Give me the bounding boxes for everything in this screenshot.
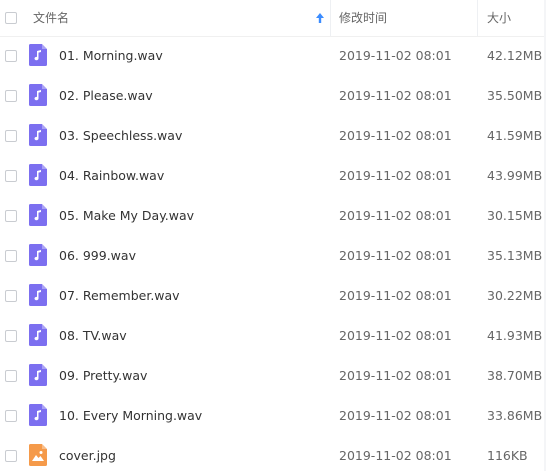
file-modified-time: 2019-11-02 08:01 xyxy=(339,208,452,223)
file-name[interactable]: 03. Speechless.wav xyxy=(59,116,182,156)
file-name[interactable]: 01. Morning.wav xyxy=(59,36,163,76)
file-size: 42.12MB xyxy=(487,48,543,63)
table-header: 文件名 修改时间 大小 xyxy=(0,0,546,37)
row-checkbox[interactable] xyxy=(5,250,17,262)
file-name[interactable]: 04. Rainbow.wav xyxy=(59,156,164,196)
file-name[interactable]: 08. TV.wav xyxy=(59,316,127,356)
row-checkbox[interactable] xyxy=(5,130,17,142)
file-row[interactable]: 03. Speechless.wav 2019-11-02 08:01 41.5… xyxy=(0,116,546,156)
file-modified-time: 2019-11-02 08:01 xyxy=(339,408,452,423)
file-name[interactable]: 06. 999.wav xyxy=(59,236,136,276)
row-checkbox[interactable] xyxy=(5,330,17,342)
file-modified-time: 2019-11-02 08:01 xyxy=(339,248,452,263)
file-list: 01. Morning.wav 2019-11-02 08:01 42.12MB… xyxy=(0,36,546,476)
column-divider[interactable] xyxy=(330,0,331,36)
audio-file-icon xyxy=(29,284,47,306)
audio-file-icon xyxy=(29,204,47,226)
file-name[interactable]: 05. Make My Day.wav xyxy=(59,196,194,236)
audio-file-icon xyxy=(29,364,47,386)
row-checkbox[interactable] xyxy=(5,410,17,422)
file-name[interactable]: 10. Every Morning.wav xyxy=(59,396,202,436)
file-row[interactable]: 05. Make My Day.wav 2019-11-02 08:01 30.… xyxy=(0,196,546,236)
file-modified-time: 2019-11-02 08:01 xyxy=(339,368,452,383)
image-file-icon xyxy=(29,444,47,466)
file-size: 35.13MB xyxy=(487,248,543,263)
file-modified-time: 2019-11-02 08:01 xyxy=(339,168,452,183)
file-row[interactable]: 10. Every Morning.wav 2019-11-02 08:01 3… xyxy=(0,396,546,436)
file-modified-time: 2019-11-02 08:01 xyxy=(339,328,452,343)
file-row[interactable]: 04. Rainbow.wav 2019-11-02 08:01 43.99MB xyxy=(0,156,546,196)
row-checkbox[interactable] xyxy=(5,170,17,182)
file-size: 38.70MB xyxy=(487,368,543,383)
file-size: 43.99MB xyxy=(487,168,543,183)
file-size: 41.59MB xyxy=(487,128,543,143)
file-size: 33.86MB xyxy=(487,408,543,423)
column-header-modified[interactable]: 修改时间 xyxy=(339,0,387,36)
file-size: 30.22MB xyxy=(487,288,543,303)
file-modified-time: 2019-11-02 08:01 xyxy=(339,48,452,63)
select-all-checkbox[interactable] xyxy=(5,12,17,24)
file-size: 35.50MB xyxy=(487,88,543,103)
file-row[interactable]: 09. Pretty.wav 2019-11-02 08:01 38.70MB xyxy=(0,356,546,396)
audio-file-icon xyxy=(29,164,47,186)
file-modified-time: 2019-11-02 08:01 xyxy=(339,288,452,303)
file-name[interactable]: 02. Please.wav xyxy=(59,76,153,116)
row-checkbox[interactable] xyxy=(5,90,17,102)
file-row[interactable]: 07. Remember.wav 2019-11-02 08:01 30.22M… xyxy=(0,276,546,316)
row-checkbox[interactable] xyxy=(5,450,17,462)
file-table: 文件名 修改时间 大小 01. Morning.wav 2019-11-02 0… xyxy=(0,0,546,466)
file-row[interactable]: 06. 999.wav 2019-11-02 08:01 35.13MB xyxy=(0,236,546,276)
audio-file-icon xyxy=(29,44,47,66)
file-name[interactable]: cover.jpg xyxy=(59,436,116,476)
column-header-name[interactable]: 文件名 xyxy=(33,0,69,36)
row-checkbox[interactable] xyxy=(5,370,17,382)
column-header-size[interactable]: 大小 xyxy=(487,0,511,36)
row-checkbox[interactable] xyxy=(5,50,17,62)
file-size: 41.93MB xyxy=(487,328,543,343)
file-row[interactable]: cover.jpg 2019-11-02 08:01 116KB xyxy=(0,436,546,476)
column-divider[interactable] xyxy=(477,0,478,36)
file-modified-time: 2019-11-02 08:01 xyxy=(339,88,452,103)
row-checkbox[interactable] xyxy=(5,210,17,222)
file-size: 30.15MB xyxy=(487,208,543,223)
audio-file-icon xyxy=(29,244,47,266)
file-name[interactable]: 09. Pretty.wav xyxy=(59,356,147,396)
file-name[interactable]: 07. Remember.wav xyxy=(59,276,180,316)
file-modified-time: 2019-11-02 08:01 xyxy=(339,128,452,143)
file-modified-time: 2019-11-02 08:01 xyxy=(339,448,452,463)
file-size: 116KB xyxy=(487,448,528,463)
file-row[interactable]: 02. Please.wav 2019-11-02 08:01 35.50MB xyxy=(0,76,546,116)
sort-ascending-icon[interactable] xyxy=(314,12,326,24)
audio-file-icon xyxy=(29,84,47,106)
row-checkbox[interactable] xyxy=(5,290,17,302)
audio-file-icon xyxy=(29,324,47,346)
audio-file-icon xyxy=(29,124,47,146)
audio-file-icon xyxy=(29,404,47,426)
file-row[interactable]: 01. Morning.wav 2019-11-02 08:01 42.12MB xyxy=(0,36,546,76)
file-row[interactable]: 08. TV.wav 2019-11-02 08:01 41.93MB xyxy=(0,316,546,356)
